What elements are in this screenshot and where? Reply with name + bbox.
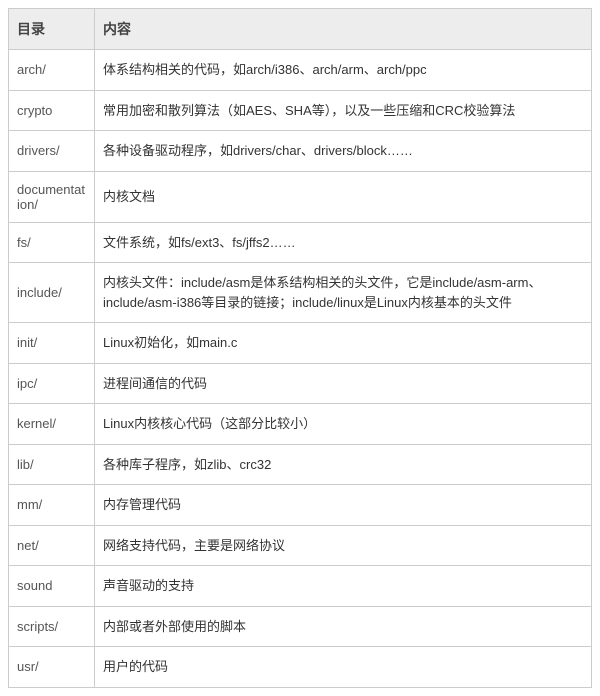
- content-cell: 声音驱动的支持: [95, 566, 592, 607]
- content-cell: 用户的代码: [95, 647, 592, 688]
- dir-cell: drivers/: [9, 131, 95, 172]
- table-row: init/Linux初始化，如main.c: [9, 323, 592, 364]
- table-row: usr/用户的代码: [9, 647, 592, 688]
- content-cell: 进程间通信的代码: [95, 363, 592, 404]
- dir-cell: usr/: [9, 647, 95, 688]
- table-row: drivers/各种设备驱动程序，如drivers/char、drivers/b…: [9, 131, 592, 172]
- table-row: kernel/Linux内核核心代码（这部分比较小）: [9, 404, 592, 445]
- table-row: lib/各种库子程序，如zlib、crc32: [9, 444, 592, 485]
- dir-cell: net/: [9, 525, 95, 566]
- dir-cell: crypto: [9, 90, 95, 131]
- content-cell: 各种设备驱动程序，如drivers/char、drivers/block……: [95, 131, 592, 172]
- dir-cell: scripts/: [9, 606, 95, 647]
- content-cell: 体系结构相关的代码，如arch/i386、arch/arm、arch/ppc: [95, 50, 592, 91]
- table-row: documentation/内核文档: [9, 171, 592, 222]
- table-row: arch/体系结构相关的代码，如arch/i386、arch/arm、arch/…: [9, 50, 592, 91]
- content-cell: 内部或者外部使用的脚本: [95, 606, 592, 647]
- table-row: mm/内存管理代码: [9, 485, 592, 526]
- table-row: sound声音驱动的支持: [9, 566, 592, 607]
- directory-table: 目录 内容 arch/体系结构相关的代码，如arch/i386、arch/arm…: [8, 8, 592, 688]
- header-content: 内容: [95, 9, 592, 50]
- dir-cell: ipc/: [9, 363, 95, 404]
- content-cell: 文件系统，如fs/ext3、fs/jffs2……: [95, 222, 592, 263]
- dir-cell: include/: [9, 263, 95, 323]
- content-cell: Linux内核核心代码（这部分比较小）: [95, 404, 592, 445]
- dir-cell: init/: [9, 323, 95, 364]
- dir-cell: fs/: [9, 222, 95, 263]
- table-header-row: 目录 内容: [9, 9, 592, 50]
- table-row: include/内核头文件：include/asm是体系结构相关的头文件，它是i…: [9, 263, 592, 323]
- table-row: crypto常用加密和散列算法（如AES、SHA等），以及一些压缩和CRC校验算…: [9, 90, 592, 131]
- table-row: scripts/内部或者外部使用的脚本: [9, 606, 592, 647]
- content-cell: 常用加密和散列算法（如AES、SHA等），以及一些压缩和CRC校验算法: [95, 90, 592, 131]
- table-row: ipc/进程间通信的代码: [9, 363, 592, 404]
- header-dir: 目录: [9, 9, 95, 50]
- dir-cell: kernel/: [9, 404, 95, 445]
- content-cell: 内存管理代码: [95, 485, 592, 526]
- content-cell: Linux初始化，如main.c: [95, 323, 592, 364]
- dir-cell: sound: [9, 566, 95, 607]
- table-row: fs/文件系统，如fs/ext3、fs/jffs2……: [9, 222, 592, 263]
- content-cell: 内核头文件：include/asm是体系结构相关的头文件，它是include/a…: [95, 263, 592, 323]
- dir-cell: mm/: [9, 485, 95, 526]
- content-cell: 各种库子程序，如zlib、crc32: [95, 444, 592, 485]
- table-row: net/网络支持代码，主要是网络协议: [9, 525, 592, 566]
- dir-cell: documentation/: [9, 171, 95, 222]
- dir-cell: arch/: [9, 50, 95, 91]
- content-cell: 内核文档: [95, 171, 592, 222]
- dir-cell: lib/: [9, 444, 95, 485]
- content-cell: 网络支持代码，主要是网络协议: [95, 525, 592, 566]
